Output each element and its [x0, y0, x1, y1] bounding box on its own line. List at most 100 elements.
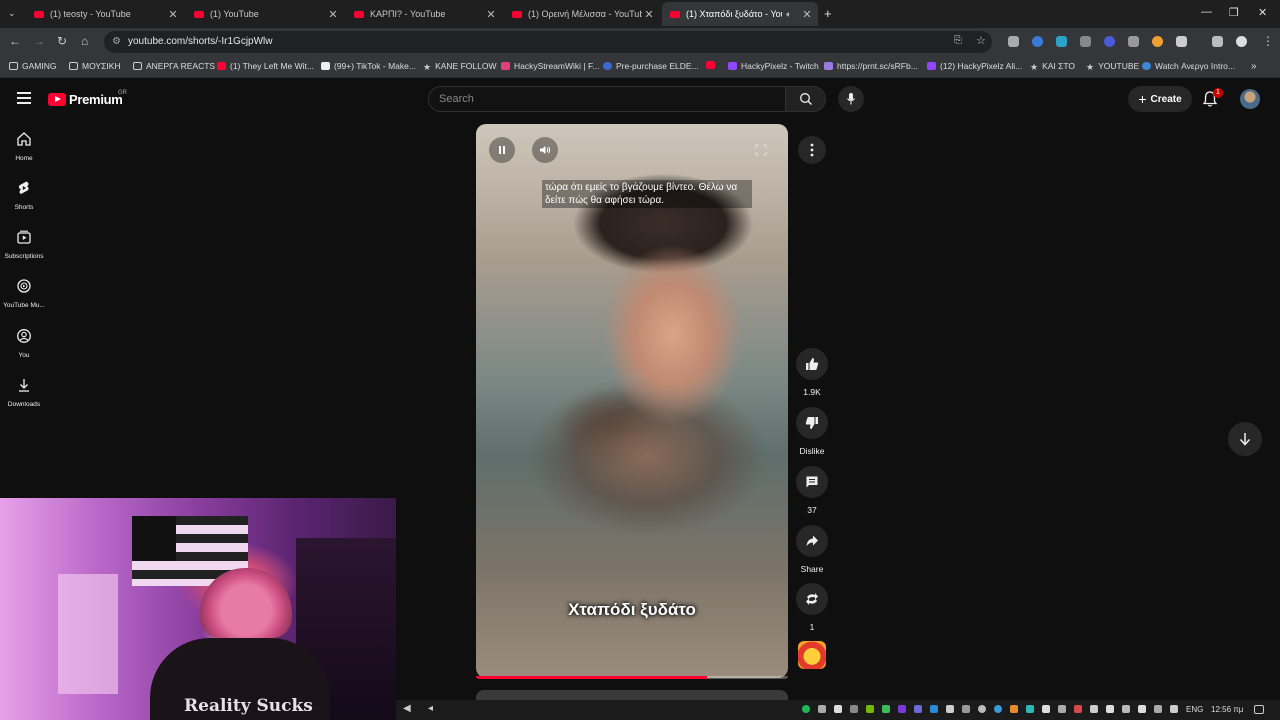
extension-icon[interactable] — [1152, 36, 1163, 47]
tray-app-icon[interactable] — [1138, 705, 1146, 713]
tab-search-icon[interactable]: ⌄ — [8, 8, 16, 19]
bookmark-item[interactable]: https://prnt.sc/sRFb... — [824, 61, 918, 71]
tray-app-icon[interactable] — [1042, 705, 1050, 713]
tray-app-icon[interactable] — [962, 705, 970, 713]
shield-icon[interactable] — [1080, 36, 1091, 47]
tray-app-icon[interactable] — [1026, 705, 1034, 713]
bookmark-item[interactable]: (12) HackyPixelz Ali... — [927, 61, 1022, 71]
tray-app-icon[interactable] — [1058, 705, 1066, 713]
restore-icon[interactable]: ❐ — [1229, 6, 1239, 19]
notification-center-icon[interactable] — [1254, 705, 1264, 714]
site-info-icon[interactable]: ⚙ — [112, 36, 121, 47]
bookmark-item[interactable]: (99+) TikTok - Make... — [321, 61, 416, 71]
forward-icon[interactable]: → — [33, 34, 45, 48]
volume-tray-icon[interactable] — [1170, 705, 1178, 713]
account-avatar[interactable] — [1240, 89, 1260, 109]
extension-icon[interactable] — [1104, 36, 1115, 47]
search-button[interactable] — [786, 86, 826, 112]
system-clock[interactable]: 12:56 πμ — [1211, 705, 1243, 714]
close-window-icon[interactable]: ✕ — [1258, 6, 1267, 19]
next-video-button[interactable] — [1228, 422, 1262, 456]
guide-menu-icon[interactable] — [17, 92, 31, 107]
spotify-icon[interactable] — [802, 705, 810, 713]
bookmark-item[interactable]: Pre-purchase ELDE... — [603, 61, 699, 71]
input-language[interactable]: ENG — [1186, 705, 1203, 714]
youtube-logo[interactable]: Premium — [48, 92, 123, 107]
close-tab-icon[interactable]: ✕ — [166, 8, 180, 21]
bookmark-item[interactable]: HackyStreamWiki | F... — [501, 61, 599, 71]
extension-icon[interactable] — [1032, 36, 1043, 47]
extension-icon[interactable] — [1056, 36, 1067, 47]
remix-button[interactable]: 1 — [796, 583, 828, 632]
tray-app-icon[interactable] — [1074, 705, 1082, 713]
puzzle-icon[interactable] — [1176, 36, 1187, 47]
close-tab-icon[interactable]: ✕ — [800, 8, 814, 21]
tray-app-icon[interactable] — [818, 705, 826, 713]
bookmark-item[interactable]: Watch Ανεργο Intro... — [1142, 61, 1235, 71]
tray-app-icon[interactable] — [898, 705, 906, 713]
tray-app-icon[interactable] — [1090, 705, 1098, 713]
short-video-player[interactable]: τώρα ότι εμείς το βγάζουμε βίντεο. Θέλω … — [476, 124, 788, 678]
pause-button[interactable] — [489, 137, 515, 163]
tray-app-icon[interactable] — [834, 705, 842, 713]
nav-youtube-music[interactable]: YouTube Mu... — [0, 278, 48, 309]
microphone-icon[interactable] — [1106, 705, 1114, 713]
fullscreen-button[interactable] — [748, 137, 774, 163]
tray-app-icon[interactable] — [946, 705, 954, 713]
speaker-icon[interactable]: 🔈︎ — [782, 9, 796, 20]
taskbar-arrow-icon[interactable]: ◂ — [428, 703, 433, 714]
bookmark-item[interactable]: GAMING — [9, 61, 56, 71]
bookmark-star-icon[interactable]: ☆ — [976, 34, 986, 47]
tray-app-icon[interactable] — [1010, 705, 1018, 713]
bookmark-item[interactable]: ★ YOUTUBE — [1086, 61, 1139, 72]
extension-icon[interactable] — [1128, 36, 1139, 47]
reload-icon[interactable]: ↻ — [57, 34, 67, 48]
share-button[interactable]: Share — [796, 525, 828, 574]
video-progress-bar[interactable] — [476, 676, 788, 679]
nav-shorts[interactable]: Shorts — [0, 180, 48, 211]
tray-app-icon[interactable] — [978, 705, 986, 713]
bookmark-item[interactable]: HackyPixelz - Twitch — [728, 61, 819, 71]
browser-tab-2[interactable]: (1) YouTube ✕ — [186, 2, 344, 26]
like-button[interactable]: 1.9K — [796, 348, 828, 397]
media-control-icon[interactable] — [1212, 36, 1223, 47]
tray-app-icon[interactable] — [914, 705, 922, 713]
bookmark-item[interactable]: (1) They Left Me Wit... — [217, 61, 314, 71]
volume-button[interactable] — [532, 137, 558, 163]
tray-app-icon[interactable] — [882, 705, 890, 713]
browser-tab-1[interactable]: (1) teosty - YouTube ✕ — [26, 2, 184, 26]
tray-app-icon[interactable] — [1122, 705, 1130, 713]
tray-app-icon[interactable] — [850, 705, 858, 713]
bookmark-item[interactable]: ΜΟΥΣΙΚΗ — [69, 61, 121, 71]
tray-app-icon[interactable] — [930, 705, 938, 713]
dislike-button[interactable]: Dislike — [796, 407, 828, 456]
nav-subscriptions[interactable]: Subscriptions — [0, 229, 48, 260]
more-options-button[interactable] — [798, 136, 826, 164]
bookmark-item[interactable]: ★ KANE FOLLOW — [423, 61, 496, 72]
more-bookmarks-icon[interactable]: » — [1251, 61, 1257, 72]
nav-you[interactable]: You — [0, 328, 48, 359]
extension-icon[interactable] — [1008, 36, 1019, 47]
search-input[interactable] — [439, 93, 769, 105]
minimize-icon[interactable]: — — [1201, 6, 1212, 18]
browser-tab-3[interactable]: ΚΑΡΠΙ? - YouTube ✕ — [346, 2, 502, 26]
home-icon[interactable]: ⌂ — [81, 34, 88, 48]
menu-dots-icon[interactable]: ⋮ — [1262, 34, 1274, 48]
wifi-icon[interactable] — [1154, 705, 1162, 713]
voice-search-button[interactable] — [838, 86, 864, 112]
nvidia-icon[interactable] — [866, 705, 874, 713]
address-bar[interactable]: ⚙ youtube.com/shorts/-Ir1GcjpWlw ⎘ ☆ — [104, 31, 992, 53]
browser-tab-4[interactable]: (1) Ορεινή Μέλισσα - YouTube ✕ — [504, 2, 660, 26]
bookmark-item[interactable]: ★ KAI ΣΤΟ — [1030, 61, 1075, 72]
close-tab-icon[interactable]: ✕ — [326, 8, 340, 21]
comments-button[interactable]: 37 — [796, 466, 828, 515]
bookmark-item[interactable]: ΑΝΕΡΓΑ REACTS — [133, 61, 215, 71]
install-app-icon[interactable]: ⎘ — [954, 35, 962, 46]
back-icon[interactable]: ← — [9, 34, 21, 48]
profile-icon[interactable] — [1236, 36, 1247, 47]
browser-tab-active[interactable]: (1) Χταπόδι ξυδάτο - YouTube 🔈︎ ✕ — [662, 2, 818, 26]
tray-app-icon[interactable] — [994, 705, 1002, 713]
close-tab-icon[interactable]: ✕ — [484, 8, 498, 21]
close-tab-icon[interactable]: ✕ — [642, 8, 656, 21]
taskbar-speaker-icon[interactable]: ◀ — [403, 703, 411, 714]
